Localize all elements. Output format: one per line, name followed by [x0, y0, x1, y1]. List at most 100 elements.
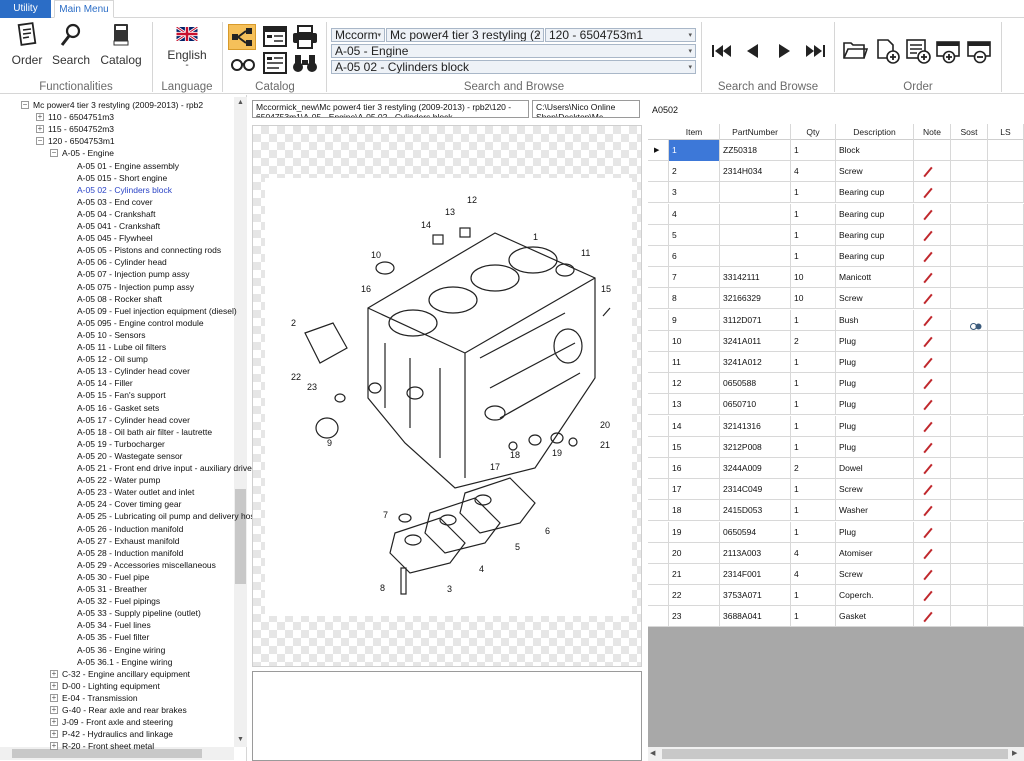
cell-qty[interactable]: 1 [791, 394, 836, 416]
tree-node-group[interactable]: C-32 - Engine ancillary equipment [62, 668, 190, 680]
pencil-note-icon[interactable] [923, 506, 933, 517]
tree-node-table[interactable]: A-05 21 - Front end drive input - auxili… [77, 462, 252, 474]
expand-icon[interactable]: + [50, 742, 58, 751]
row-selector[interactable] [648, 479, 669, 501]
cell-ls[interactable] [988, 606, 1024, 628]
pencil-note-icon[interactable] [923, 378, 933, 390]
table-row[interactable]: 5 1 Bearing cup [648, 224, 1024, 246]
pencil-note-icon[interactable] [923, 336, 933, 348]
table-row[interactable]: 4 1 Bearing cup [648, 203, 1024, 225]
cell-sost[interactable] [951, 224, 988, 246]
cell-part-number[interactable]: 3241A011 [720, 330, 791, 352]
row-selector[interactable] [648, 458, 669, 479]
row-selector[interactable] [648, 288, 669, 310]
cell-item[interactable]: 15 [669, 436, 720, 458]
tree-node-table[interactable]: A-05 03 - End cover [77, 196, 153, 208]
cell-item[interactable]: 16 [669, 458, 720, 479]
cell-ls[interactable] [988, 564, 1024, 585]
row-selector[interactable] [648, 436, 669, 458]
cell-description[interactable]: Plug [836, 436, 914, 458]
cell-description[interactable]: Plug [836, 415, 914, 437]
cell-description[interactable]: Plug [836, 394, 914, 416]
cell-description[interactable]: Plug [836, 373, 914, 395]
pencil-note-icon[interactable] [923, 357, 933, 369]
tree-node-table[interactable]: A-05 01 - Engine assembly [77, 160, 179, 172]
cell-note[interactable] [914, 309, 951, 331]
cell-note[interactable] [914, 246, 951, 267]
cell-qty[interactable]: 1 [791, 436, 836, 458]
pencil-note-icon[interactable] [923, 230, 933, 242]
cell-qty[interactable]: 1 [791, 182, 836, 204]
new-order-button[interactable] [874, 38, 900, 64]
cell-part-number[interactable]: ZZ50318 [720, 140, 791, 161]
brand-combo[interactable]: Mccorm ▾ [331, 28, 385, 42]
cell-ls[interactable] [988, 224, 1024, 246]
scroll-down-icon[interactable]: ▼ [235, 736, 246, 746]
cell-description[interactable]: Bearing cup [836, 182, 914, 204]
tree-node-table[interactable]: A-05 04 - Crankshaft [77, 208, 155, 220]
tree-node-table[interactable]: A-05 36 - Engine wiring [77, 644, 165, 656]
binoculars-button[interactable] [292, 52, 318, 74]
cell-description[interactable]: Screw [836, 564, 914, 585]
row-selector[interactable] [648, 564, 669, 585]
cell-sost[interactable] [951, 288, 988, 310]
cell-description[interactable]: Bearing cup [836, 246, 914, 267]
document-view-button[interactable] [262, 51, 288, 75]
row-selector[interactable] [648, 606, 669, 628]
tree-node-root[interactable]: Mc power4 tier 3 restyling (2009-2013) -… [33, 99, 203, 111]
table-row[interactable]: 7 33142111 10 Manicott [648, 267, 1024, 289]
row-selector[interactable] [648, 161, 669, 183]
cell-note[interactable] [914, 203, 951, 225]
tree-node-table[interactable]: A-05 26 - Induction manifold [77, 523, 183, 535]
column-header-qty[interactable]: Qty [791, 124, 836, 140]
tree-node-table[interactable]: A-05 10 - Sensors [77, 329, 146, 341]
table-row[interactable]: 6 1 Bearing cup [648, 246, 1024, 267]
cell-note[interactable] [914, 542, 951, 564]
cell-description[interactable]: Gasket [836, 606, 914, 628]
tree-node-table[interactable]: A-05 36.1 - Engine wiring [77, 656, 172, 668]
cell-sost[interactable] [951, 585, 988, 607]
cell-note[interactable] [914, 458, 951, 479]
cell-sost[interactable] [951, 161, 988, 183]
cell-qty[interactable]: 10 [791, 267, 836, 289]
cell-item[interactable]: 19 [669, 521, 720, 543]
grid-hscroll-thumb[interactable] [662, 749, 1008, 759]
cell-sost[interactable] [951, 309, 988, 331]
expand-icon[interactable]: + [50, 669, 58, 678]
cell-part-number[interactable] [720, 246, 791, 267]
cell-qty[interactable]: 1 [791, 373, 836, 395]
table-row[interactable]: 18 2415D053 1 Washer [648, 500, 1024, 522]
pencil-note-icon[interactable] [923, 421, 933, 432]
table-row[interactable]: 12 0650588 1 Plug [648, 373, 1024, 395]
collapse-icon[interactable]: − [21, 101, 29, 109]
cell-note[interactable] [914, 606, 951, 628]
table-row[interactable]: 9 3112D071 1 Bush [648, 309, 1024, 331]
remove-window-button[interactable] [967, 38, 993, 64]
row-selector[interactable] [648, 373, 669, 395]
tree-node-table[interactable]: A-05 33 - Supply pipeline (outlet) [77, 607, 201, 619]
pencil-note-icon[interactable] [923, 209, 933, 220]
pencil-note-icon[interactable] [923, 251, 933, 263]
cell-note[interactable] [914, 500, 951, 522]
cell-ls[interactable] [988, 415, 1024, 437]
cell-part-number[interactable]: 2314C049 [720, 479, 791, 501]
cell-ls[interactable] [988, 479, 1024, 501]
cell-sost[interactable] [951, 203, 988, 225]
expand-icon[interactable]: + [50, 706, 58, 714]
column-header-sost[interactable]: Sost [951, 124, 988, 140]
cell-part-number[interactable]: 0650710 [720, 394, 791, 416]
cell-ls[interactable] [988, 436, 1024, 458]
cell-qty[interactable]: 1 [791, 606, 836, 628]
cell-description[interactable]: Block [836, 140, 914, 161]
cell-note[interactable] [914, 140, 951, 161]
table-row[interactable]: 20 2113A003 4 Atomiser [648, 542, 1024, 564]
cell-part-number[interactable]: 3753A071 [720, 585, 791, 607]
cell-qty[interactable]: 1 [791, 140, 836, 161]
serial-combo[interactable]: 120 - 6504753m1 ▾ [545, 28, 696, 42]
cell-part-number[interactable]: 0650588 [720, 373, 791, 395]
column-header-item[interactable]: Item [669, 124, 720, 140]
scroll-right-icon[interactable]: ▶ [1012, 749, 1017, 757]
cell-note[interactable] [914, 436, 951, 458]
collapse-icon[interactable]: − [50, 149, 58, 158]
pencil-note-icon[interactable] [923, 315, 933, 326]
